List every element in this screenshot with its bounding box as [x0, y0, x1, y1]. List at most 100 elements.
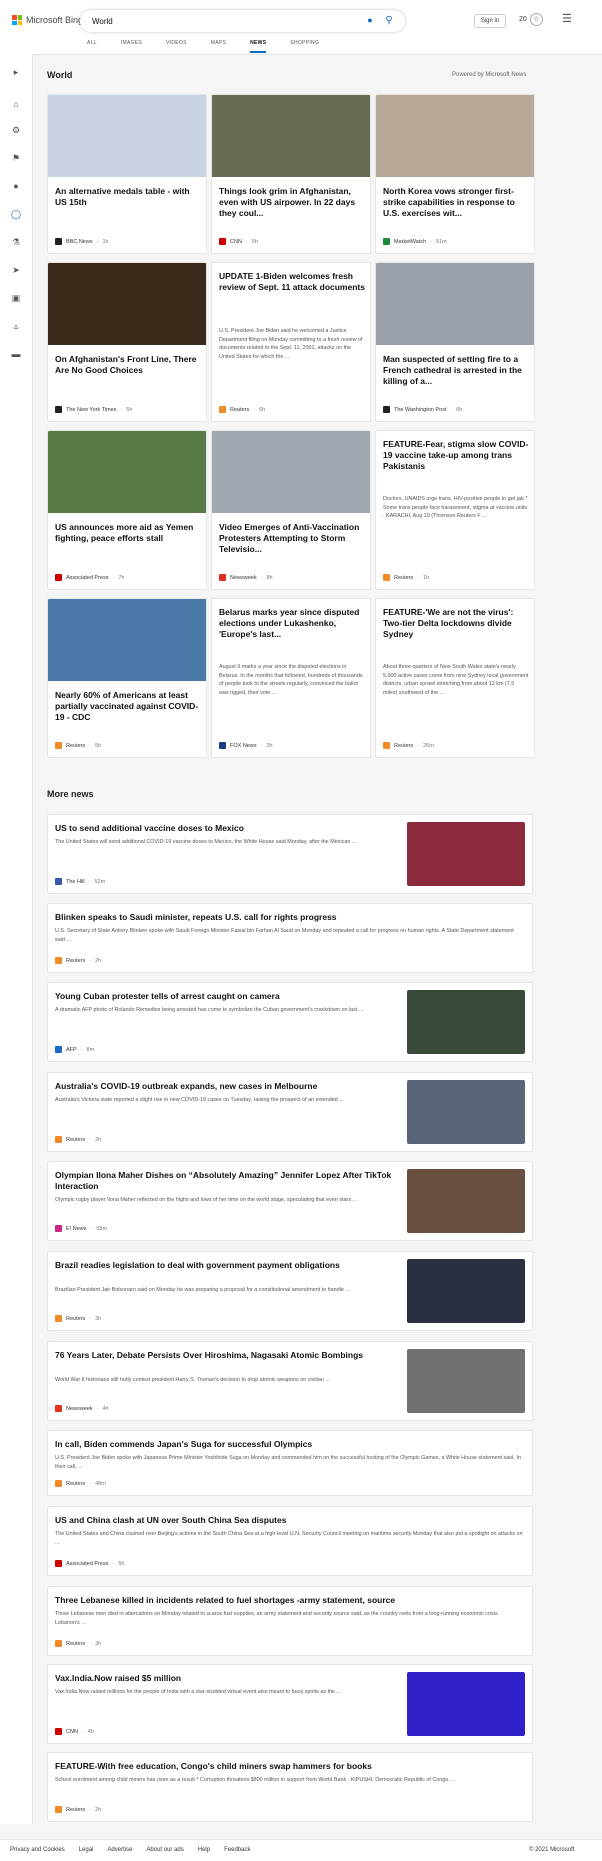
news-image[interactable] — [376, 263, 534, 345]
footer-link[interactable]: Feedback — [224, 1847, 250, 1853]
tools-icon[interactable]: ⚙ — [10, 124, 22, 136]
news-thumbnail[interactable] — [407, 1080, 525, 1144]
news-title[interactable]: North Korea vows stronger first-strike c… — [383, 186, 529, 219]
flag-icon[interactable]: ⚑ — [10, 152, 22, 164]
news-source[interactable]: Reuters · 3h — [55, 1640, 101, 1647]
news-title[interactable]: FEATURE-'We are not the virus': Two-tier… — [383, 607, 529, 640]
news-card[interactable]: Belarus marks year since disputed electi… — [211, 598, 371, 758]
news-source[interactable]: Associated Press · 5h — [55, 1560, 124, 1567]
news-card[interactable]: Things look grim in Afghanistan, even wi… — [211, 94, 371, 254]
news-title[interactable]: Man suspected of setting fire to a Frenc… — [383, 354, 529, 387]
news-list-item[interactable]: FEATURE-With free education, Congo's chi… — [47, 1752, 533, 1822]
news-image[interactable] — [48, 95, 206, 177]
news-source[interactable]: Reuters · 6h — [219, 406, 265, 413]
sign-in-button[interactable]: Sign in — [474, 14, 506, 28]
science-icon[interactable]: ⚗ — [10, 236, 22, 248]
news-card[interactable]: US announces more aid as Yemen fighting,… — [47, 430, 207, 590]
news-image[interactable] — [48, 431, 206, 513]
news-source[interactable]: Reuters · 2h — [55, 957, 101, 964]
news-source[interactable]: E! News · 58m — [55, 1225, 107, 1232]
location-pin-icon[interactable]: ● — [10, 180, 22, 192]
news-thumbnail[interactable] — [407, 822, 525, 886]
news-card[interactable]: Video Emerges of Anti-Vaccination Protes… — [211, 430, 371, 590]
news-title[interactable]: Olympian Ilona Maher Dishes on “Absolute… — [55, 1170, 400, 1192]
news-source[interactable]: The New York Times · 5h — [55, 406, 132, 413]
news-title[interactable]: Video Emerges of Anti-Vaccination Protes… — [219, 522, 365, 555]
news-list-item[interactable]: Australia's COVID-19 outbreak expands, n… — [47, 1072, 533, 1152]
news-title[interactable]: FEATURE-With free education, Congo's chi… — [55, 1761, 525, 1772]
news-list-item[interactable]: Young Cuban protester tells of arrest ca… — [47, 982, 533, 1062]
microphone-icon[interactable]: ● — [365, 15, 375, 27]
hamburger-menu-icon[interactable]: ☰ — [562, 14, 574, 25]
news-card[interactable]: Nearly 60% of Americans at least partial… — [47, 598, 207, 758]
news-title[interactable]: 76 Years Later, Debate Persists Over Hir… — [55, 1350, 400, 1361]
news-thumbnail[interactable] — [407, 1259, 525, 1323]
news-title[interactable]: US and China clash at UN over South Chin… — [55, 1515, 525, 1526]
news-list-item[interactable]: US to send additional vaccine doses to M… — [47, 814, 533, 894]
news-list-item[interactable]: Vax.India.Now raised $5 million Vax.India… — [47, 1664, 533, 1744]
globe-icon[interactable]: ◯ — [10, 208, 22, 220]
news-source[interactable]: MarketWatch · 51m — [383, 238, 447, 245]
bank-icon[interactable]: ▵ — [10, 320, 22, 332]
news-source[interactable]: BBC News · 1h — [55, 238, 109, 245]
news-source[interactable]: AFP · 8m — [55, 1046, 94, 1053]
news-source[interactable]: Reuters · 2h — [55, 1136, 101, 1143]
news-image[interactable] — [212, 431, 370, 513]
news-title[interactable]: US to send additional vaccine doses to M… — [55, 823, 400, 834]
news-source[interactable]: Reuters · 3h — [55, 1315, 101, 1322]
news-image[interactable] — [48, 599, 206, 681]
news-title[interactable]: On Afghanistan's Front Line, There Are N… — [55, 354, 201, 376]
news-title[interactable]: Brazil readies legislation to deal with … — [55, 1260, 400, 1271]
news-source[interactable]: The Hill · 52m — [55, 878, 105, 885]
footer-link[interactable]: Legal — [79, 1847, 94, 1853]
news-title[interactable]: Young Cuban protester tells of arrest ca… — [55, 991, 400, 1002]
tab-shopping[interactable]: SHOPPING — [290, 40, 319, 53]
tab-news[interactable]: NEWS — [250, 40, 267, 53]
news-source[interactable]: CNN · 4h — [55, 1728, 94, 1735]
footer-link[interactable]: About our ads — [146, 1847, 183, 1853]
news-list-item[interactable]: Three Lebanese killed in incidents relat… — [47, 1586, 533, 1656]
news-title[interactable]: Australia's COVID-19 outbreak expands, n… — [55, 1081, 400, 1092]
news-thumbnail[interactable] — [407, 1349, 525, 1413]
news-card[interactable]: FEATURE-Fear, stigma slow COVID-19 vacci… — [375, 430, 535, 590]
news-source[interactable]: FOX News · 2h — [219, 742, 273, 749]
rocket-icon[interactable]: ➤ — [10, 264, 22, 276]
news-card[interactable]: On Afghanistan's Front Line, There Are N… — [47, 262, 207, 422]
news-list-item[interactable]: In call, Biden commends Japan's Suga for… — [47, 1430, 533, 1496]
news-source[interactable]: Reuters · 2h — [55, 1806, 101, 1813]
news-source[interactable]: Newsweek · 8h — [219, 574, 273, 581]
news-title[interactable]: UPDATE 1-Biden welcomes fresh review of … — [219, 271, 365, 293]
news-source[interactable]: Reuters · 48m — [55, 1480, 106, 1487]
news-source[interactable]: Newsweek · 4h — [55, 1405, 109, 1412]
tab-videos[interactable]: VIDEOS — [166, 40, 187, 53]
news-title[interactable]: Blinken speaks to Saudi minister, repeat… — [55, 912, 525, 923]
news-thumbnail[interactable] — [407, 1672, 525, 1736]
news-list-item[interactable]: Brazil readies legislation to deal with … — [47, 1251, 533, 1331]
news-source[interactable]: Associated Press · 7h — [55, 574, 124, 581]
news-list-item[interactable]: US and China clash at UN over South Chin… — [47, 1506, 533, 1576]
search-input[interactable] — [92, 14, 332, 28]
news-title[interactable]: Nearly 60% of Americans at least partial… — [55, 690, 201, 723]
news-image[interactable] — [376, 95, 534, 177]
chevron-right-icon[interactable]: ▸ — [10, 66, 22, 78]
news-title[interactable]: Things look grim in Afghanistan, even wi… — [219, 186, 365, 219]
news-list-item[interactable]: Olympian Ilona Maher Dishes on “Absolute… — [47, 1161, 533, 1241]
film-icon[interactable]: ▣ — [10, 292, 22, 304]
home-icon[interactable]: ⌂ — [10, 98, 22, 110]
bing-logo[interactable]: Microsoft Bing — [12, 15, 83, 25]
news-list-item[interactable]: Blinken speaks to Saudi minister, repeat… — [47, 903, 533, 973]
footer-link[interactable]: Privacy and Cookies — [10, 1847, 65, 1853]
news-title[interactable]: Vax.India.Now raised $5 million — [55, 1673, 400, 1684]
news-source[interactable]: Reuters · 26m — [383, 742, 434, 749]
footer-link[interactable]: Help — [198, 1847, 210, 1853]
news-card[interactable]: An alternative medals table - with US 15… — [47, 94, 207, 254]
search-icon[interactable]: ⚲ — [383, 15, 395, 27]
tab-images[interactable]: IMAGES — [121, 40, 142, 53]
news-thumbnail[interactable] — [407, 990, 525, 1054]
news-source[interactable]: CNN · 5h — [219, 238, 258, 245]
news-title[interactable]: FEATURE-Fear, stigma slow COVID-19 vacci… — [383, 439, 529, 472]
news-card[interactable]: North Korea vows stronger first-strike c… — [375, 94, 535, 254]
news-image[interactable] — [212, 95, 370, 177]
news-card[interactable]: UPDATE 1-Biden welcomes fresh review of … — [211, 262, 371, 422]
news-thumbnail[interactable] — [407, 1169, 525, 1233]
